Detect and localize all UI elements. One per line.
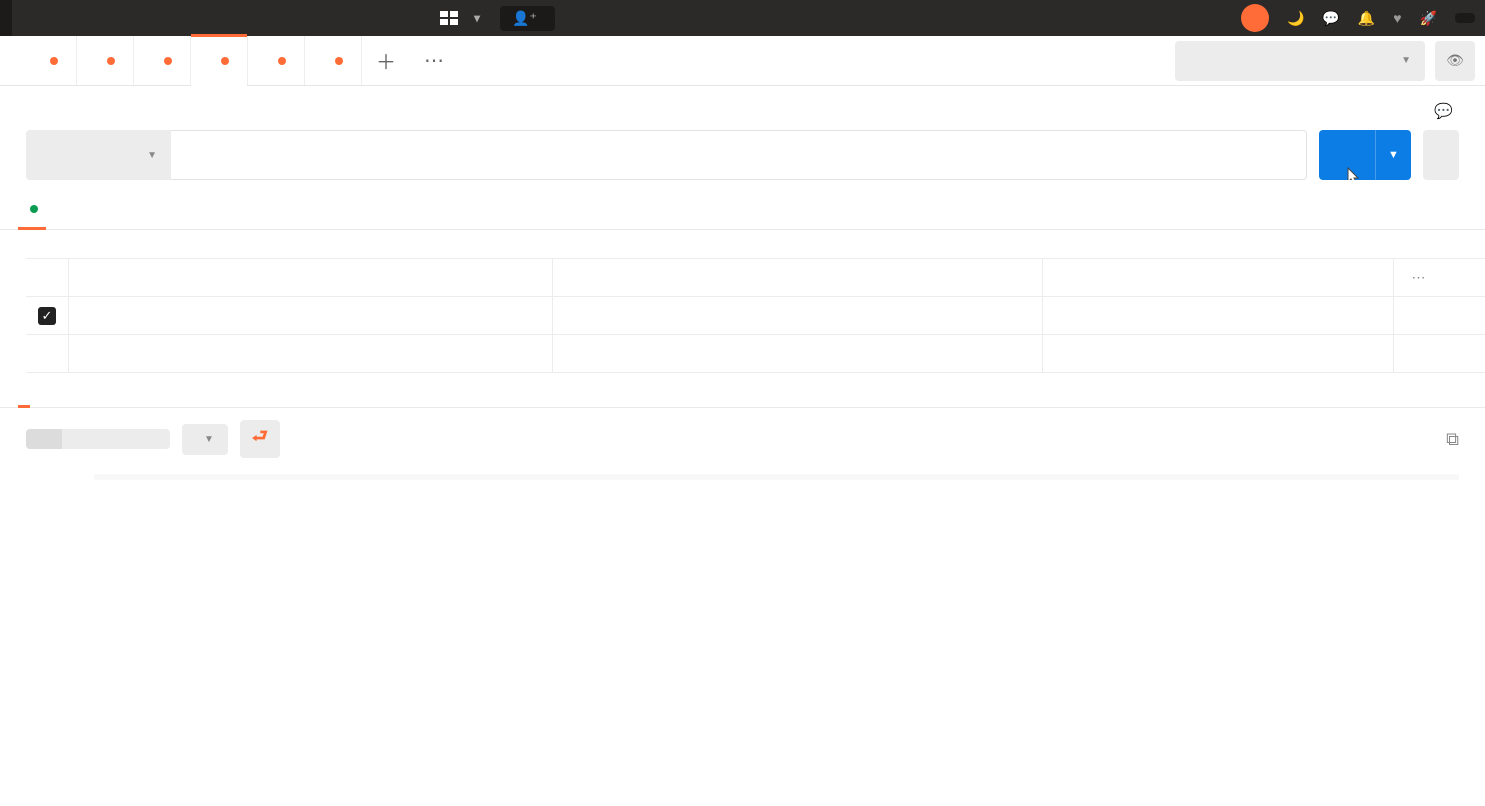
wrap-icon: ⮐ bbox=[252, 424, 268, 454]
chevron-down-icon: ▼ bbox=[204, 434, 214, 445]
method-select[interactable]: ▼ bbox=[26, 130, 171, 180]
th-key bbox=[68, 259, 552, 296]
request-header: 💬 bbox=[0, 86, 1485, 130]
url-row: ▼ ▼ bbox=[0, 130, 1485, 180]
unsaved-dot-icon bbox=[221, 57, 229, 65]
param-desc-input[interactable] bbox=[1042, 297, 1393, 334]
request-tab-3[interactable] bbox=[191, 36, 248, 85]
app-top-bar: ▾ 👤⁺ 🌙 💬 🔔 ♥ 🚀 bbox=[0, 0, 1485, 36]
cursor-icon bbox=[1345, 167, 1361, 180]
active-dot-icon bbox=[30, 205, 38, 213]
comment-icon: 💬 bbox=[1434, 102, 1453, 120]
request-tab-0[interactable] bbox=[20, 36, 77, 85]
rocket-icon[interactable]: 🚀 bbox=[1420, 10, 1437, 27]
table-row: ✓ bbox=[26, 297, 1485, 335]
unsaved-dot-icon bbox=[335, 57, 343, 65]
chevron-down-icon: ▾ bbox=[474, 11, 480, 25]
unsaved-dot-icon bbox=[107, 57, 115, 65]
send-dropdown-button[interactable]: ▼ bbox=[1375, 130, 1411, 180]
request-subtabs bbox=[0, 180, 1485, 230]
param-value-input[interactable] bbox=[552, 335, 1042, 372]
avatar[interactable] bbox=[1241, 4, 1269, 32]
query-params-label bbox=[0, 230, 1485, 258]
heart-icon[interactable]: ♥ bbox=[1393, 10, 1401, 26]
table-header-row: ⋯ bbox=[26, 259, 1485, 297]
response-tabs bbox=[0, 373, 1485, 408]
view-pretty[interactable] bbox=[26, 429, 62, 449]
person-plus-icon: 👤⁺ bbox=[512, 10, 537, 27]
moon-icon[interactable]: 🌙 bbox=[1287, 10, 1304, 27]
view-preview[interactable] bbox=[98, 429, 134, 449]
table-row-empty bbox=[26, 335, 1485, 373]
line-number bbox=[26, 474, 94, 480]
top-right-icons: 🌙 💬 🔔 ♥ 🚀 bbox=[1241, 4, 1475, 32]
response-meta bbox=[1407, 395, 1461, 407]
copy-response-button[interactable]: ⧉ bbox=[1446, 429, 1459, 450]
workspace-icon bbox=[440, 11, 458, 25]
bell-icon[interactable]: 🔔 bbox=[1358, 10, 1375, 27]
chevron-down-icon: ▼ bbox=[147, 150, 157, 161]
save-button[interactable] bbox=[1423, 130, 1459, 180]
view-raw[interactable] bbox=[62, 429, 98, 449]
environment-select[interactable]: ▼ bbox=[1175, 41, 1425, 81]
unsaved-dot-icon bbox=[164, 57, 172, 65]
param-value-input[interactable] bbox=[552, 297, 1042, 334]
view-mode-group bbox=[26, 429, 170, 449]
workspace-selector[interactable]: ▾ bbox=[440, 11, 480, 25]
sidebar-handle[interactable] bbox=[0, 0, 12, 36]
environment-preview-button[interactable]: 👁 bbox=[1435, 41, 1475, 81]
tab-overflow-button[interactable]: ⋯ bbox=[410, 48, 458, 73]
view-visualize[interactable] bbox=[134, 429, 170, 449]
unsaved-dot-icon bbox=[278, 57, 286, 65]
th-actions[interactable]: ⋯ bbox=[1393, 259, 1443, 296]
response-body bbox=[0, 470, 1485, 484]
param-key-input[interactable] bbox=[68, 297, 552, 334]
chat-icon[interactable]: 💬 bbox=[1322, 10, 1339, 27]
unsaved-dot-icon bbox=[50, 57, 58, 65]
request-tab-4[interactable] bbox=[248, 36, 305, 85]
chevron-down-icon: ▼ bbox=[1401, 55, 1411, 66]
request-tab-1[interactable] bbox=[77, 36, 134, 85]
th-value bbox=[552, 259, 1042, 296]
request-tabs-row: ＋ ⋯ ▼ 👁 bbox=[0, 36, 1485, 86]
copy-icon: ⧉ bbox=[1446, 429, 1459, 449]
response-view-controls: ▼ ⮐ ⧉ bbox=[0, 408, 1485, 470]
param-key-input[interactable] bbox=[68, 335, 552, 372]
eye-icon: 👁 bbox=[1446, 52, 1464, 69]
invite-button[interactable]: 👤⁺ bbox=[500, 6, 555, 31]
comments-button[interactable]: 💬 bbox=[1434, 102, 1459, 120]
query-params-table: ⋯ ✓ bbox=[26, 258, 1485, 373]
response-line[interactable] bbox=[94, 474, 1459, 480]
tab-params[interactable] bbox=[26, 200, 38, 229]
row-checkbox[interactable]: ✓ bbox=[38, 307, 56, 325]
send-button[interactable]: ▼ bbox=[1319, 130, 1411, 180]
wrap-line-button[interactable]: ⮐ bbox=[240, 420, 280, 458]
upgrade-button[interactable] bbox=[1455, 13, 1475, 23]
add-tab-button[interactable]: ＋ bbox=[362, 46, 410, 75]
param-desc-input[interactable] bbox=[1042, 335, 1393, 372]
th-description bbox=[1042, 259, 1393, 296]
format-select[interactable]: ▼ bbox=[182, 424, 228, 455]
bulk-edit-link[interactable] bbox=[1443, 259, 1485, 296]
request-tab-5[interactable] bbox=[305, 36, 362, 85]
request-tab-2[interactable] bbox=[134, 36, 191, 85]
url-input[interactable] bbox=[171, 130, 1307, 180]
